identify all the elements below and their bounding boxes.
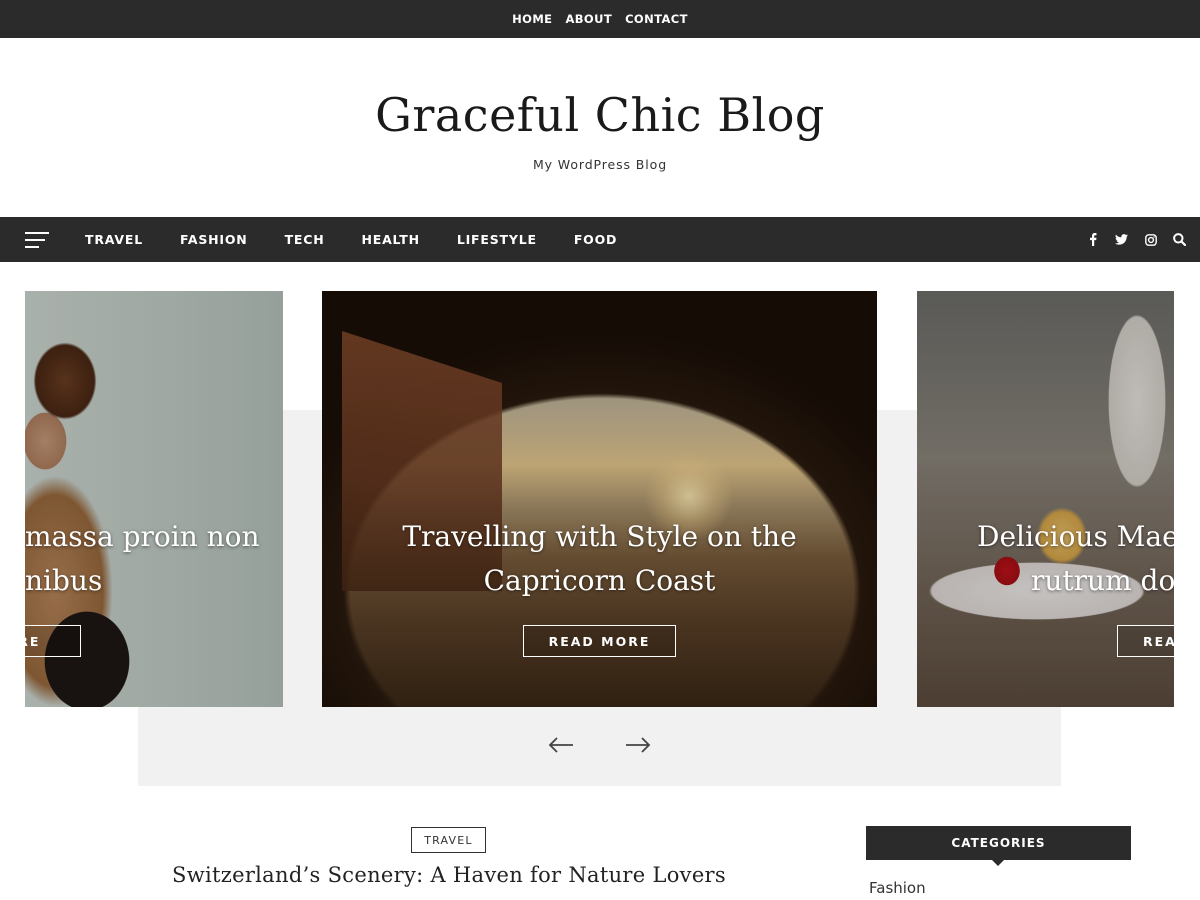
top-menu-home[interactable]: HOME (512, 12, 552, 26)
post-title[interactable]: Switzerland’s Scenery: A Haven for Natur… (150, 863, 748, 887)
slide-card[interactable]: Travelling with Style on the Capricorn C… (322, 291, 877, 707)
main-navigation: TRAVEL FASHION TECH HEALTH LIFESTYLE FOO… (0, 217, 1200, 262)
category-link-fashion[interactable]: Fashion (869, 879, 926, 897)
nav-item-fashion[interactable]: FASHION (180, 232, 248, 247)
facebook-icon[interactable] (1084, 231, 1101, 248)
nav-item-lifestyle[interactable]: LIFESTYLE (457, 232, 537, 247)
social-links (1084, 217, 1188, 262)
arrow-left-icon[interactable] (546, 731, 576, 759)
slide-card[interactable]: massa proin non nibus ORE (25, 291, 283, 707)
slide-title[interactable]: massa proin non nibus (25, 515, 283, 603)
top-menu-about[interactable]: ABOUT (565, 12, 612, 26)
nav-item-food[interactable]: FOOD (574, 232, 617, 247)
site-tagline: My WordPress Blog (532, 157, 668, 172)
top-menu: HOME ABOUT CONTACT (0, 0, 1200, 38)
slide-title[interactable]: Delicious Maec rutrum dol (977, 515, 1174, 603)
nav-item-travel[interactable]: TRAVEL (85, 232, 143, 247)
menu-icon[interactable] (25, 231, 49, 249)
instagram-icon[interactable] (1142, 231, 1159, 248)
read-more-button[interactable]: ORE (25, 625, 81, 657)
slide-title[interactable]: Travelling with Style on the Capricorn C… (322, 515, 877, 603)
nav-item-tech[interactable]: TECH (285, 232, 325, 247)
nav-item-health[interactable]: HEALTH (361, 232, 419, 247)
read-more-button[interactable]: REA (1117, 625, 1174, 657)
category-menu: TRAVEL FASHION TECH HEALTH LIFESTYLE FOO… (85, 217, 617, 262)
categories-widget-title: CATEGORIES (866, 826, 1131, 866)
top-menu-contact[interactable]: CONTACT (625, 12, 688, 26)
site-title[interactable]: Graceful Chic Blog (0, 88, 1200, 142)
search-icon[interactable] (1171, 231, 1188, 248)
read-more-button[interactable]: READ MORE (523, 625, 676, 657)
post-category-tag[interactable]: TRAVEL (411, 827, 486, 853)
twitter-icon[interactable] (1113, 231, 1130, 248)
slide-card[interactable]: Delicious Maec rutrum dol REA (917, 291, 1174, 707)
arrow-right-icon[interactable] (623, 731, 653, 759)
